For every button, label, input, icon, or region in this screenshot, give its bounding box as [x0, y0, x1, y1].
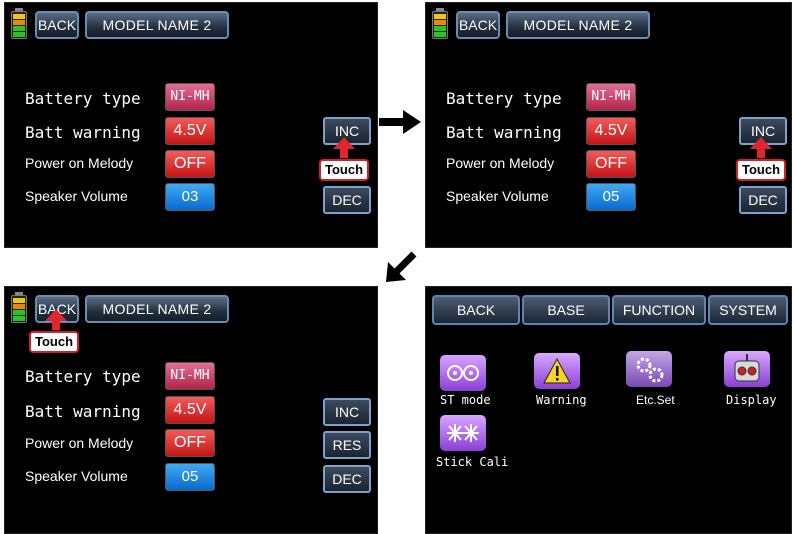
batt-warning-label: Batt warning — [446, 123, 562, 142]
touch-callout: Touch — [319, 159, 370, 181]
dec-button[interactable]: DEC — [323, 465, 371, 493]
back-button[interactable]: BACK — [456, 11, 500, 39]
tab-back[interactable]: BACK — [432, 295, 520, 325]
dec-button[interactable]: DEC — [739, 186, 787, 214]
power-on-melody-value[interactable]: OFF — [586, 150, 636, 178]
power-on-melody-value[interactable]: OFF — [165, 429, 215, 457]
battery-type-label: Battery type — [446, 89, 562, 108]
robot-display-icon[interactable] — [724, 351, 770, 387]
screen-step-2: BACK MODEL NAME 2 Battery type NI-MH Bat… — [425, 2, 792, 248]
speaker-volume-value[interactable]: 05 — [586, 183, 636, 211]
batt-warning-value[interactable]: 4.5V — [586, 117, 636, 145]
batt-warning-value[interactable]: 4.5V — [165, 396, 215, 424]
res-button[interactable]: RES — [323, 431, 371, 459]
back-button[interactable]: BACK — [35, 11, 79, 39]
batt-warning-label: Batt warning — [25, 402, 141, 421]
battery-type-label: Battery type — [25, 89, 141, 108]
arrow-right-icon — [379, 110, 421, 134]
touch-callout: Touch — [29, 331, 80, 353]
st-mode-icon[interactable] — [440, 355, 486, 391]
arrow-stem — [340, 148, 348, 158]
arrow-down-left-icon — [386, 251, 417, 282]
batt-warning-label: Batt warning — [25, 123, 141, 142]
power-on-melody-label: Power on Melody — [25, 155, 134, 171]
display-label: Display — [726, 393, 777, 407]
stick-calibration-icon[interactable] — [440, 415, 486, 451]
model-name-button[interactable]: MODEL NAME 2 — [506, 11, 650, 39]
battery-type-value[interactable]: NI-MH — [165, 83, 215, 111]
power-on-melody-value[interactable]: OFF — [165, 150, 215, 178]
warning-label: Warning — [536, 393, 587, 407]
power-on-melody-label: Power on Melody — [25, 435, 134, 451]
tab-function[interactable]: FUNCTION — [612, 295, 706, 325]
battery-icon — [11, 292, 27, 323]
battery-type-value[interactable]: NI-MH — [165, 362, 215, 390]
battery-icon — [11, 8, 27, 39]
speaker-volume-label: Speaker Volume — [25, 188, 128, 204]
st-mode-label: ST mode — [440, 393, 491, 407]
touch-callout: Touch — [736, 159, 787, 181]
battery-type-label: Battery type — [25, 367, 141, 386]
speaker-volume-label: Speaker Volume — [25, 468, 128, 484]
gears-icon[interactable] — [626, 351, 672, 387]
battery-icon — [432, 8, 448, 39]
inc-button[interactable]: INC — [323, 398, 371, 426]
dec-button[interactable]: DEC — [323, 186, 371, 214]
tab-base[interactable]: BASE — [522, 295, 610, 325]
stick-cali-label: Stick Cali — [436, 455, 509, 469]
arrow-stem — [52, 320, 60, 330]
speaker-volume-value[interactable]: 03 — [165, 183, 215, 211]
arrow-stem — [757, 148, 765, 158]
battery-type-value[interactable]: NI-MH — [586, 83, 636, 111]
model-name-button[interactable]: MODEL NAME 2 — [85, 11, 229, 39]
speaker-volume-value[interactable]: 05 — [165, 463, 215, 491]
tab-system[interactable]: SYSTEM — [708, 295, 788, 325]
power-on-melody-label: Power on Melody — [446, 155, 555, 171]
model-name-button[interactable]: MODEL NAME 2 — [85, 295, 229, 323]
etc-set-label: Etc.Set — [636, 393, 675, 407]
batt-warning-value[interactable]: 4.5V — [165, 117, 215, 145]
screen-step-3: BACK MODEL NAME 2 Touch Battery type NI-… — [4, 286, 378, 534]
screen-system-menu: BACK BASE FUNCTION SYSTEM ST mode Warnin… — [425, 286, 792, 534]
speaker-volume-label: Speaker Volume — [446, 188, 549, 204]
warning-icon[interactable] — [534, 353, 580, 389]
screen-step-1: BACK MODEL NAME 2 Battery type NI-MH Bat… — [4, 2, 378, 248]
